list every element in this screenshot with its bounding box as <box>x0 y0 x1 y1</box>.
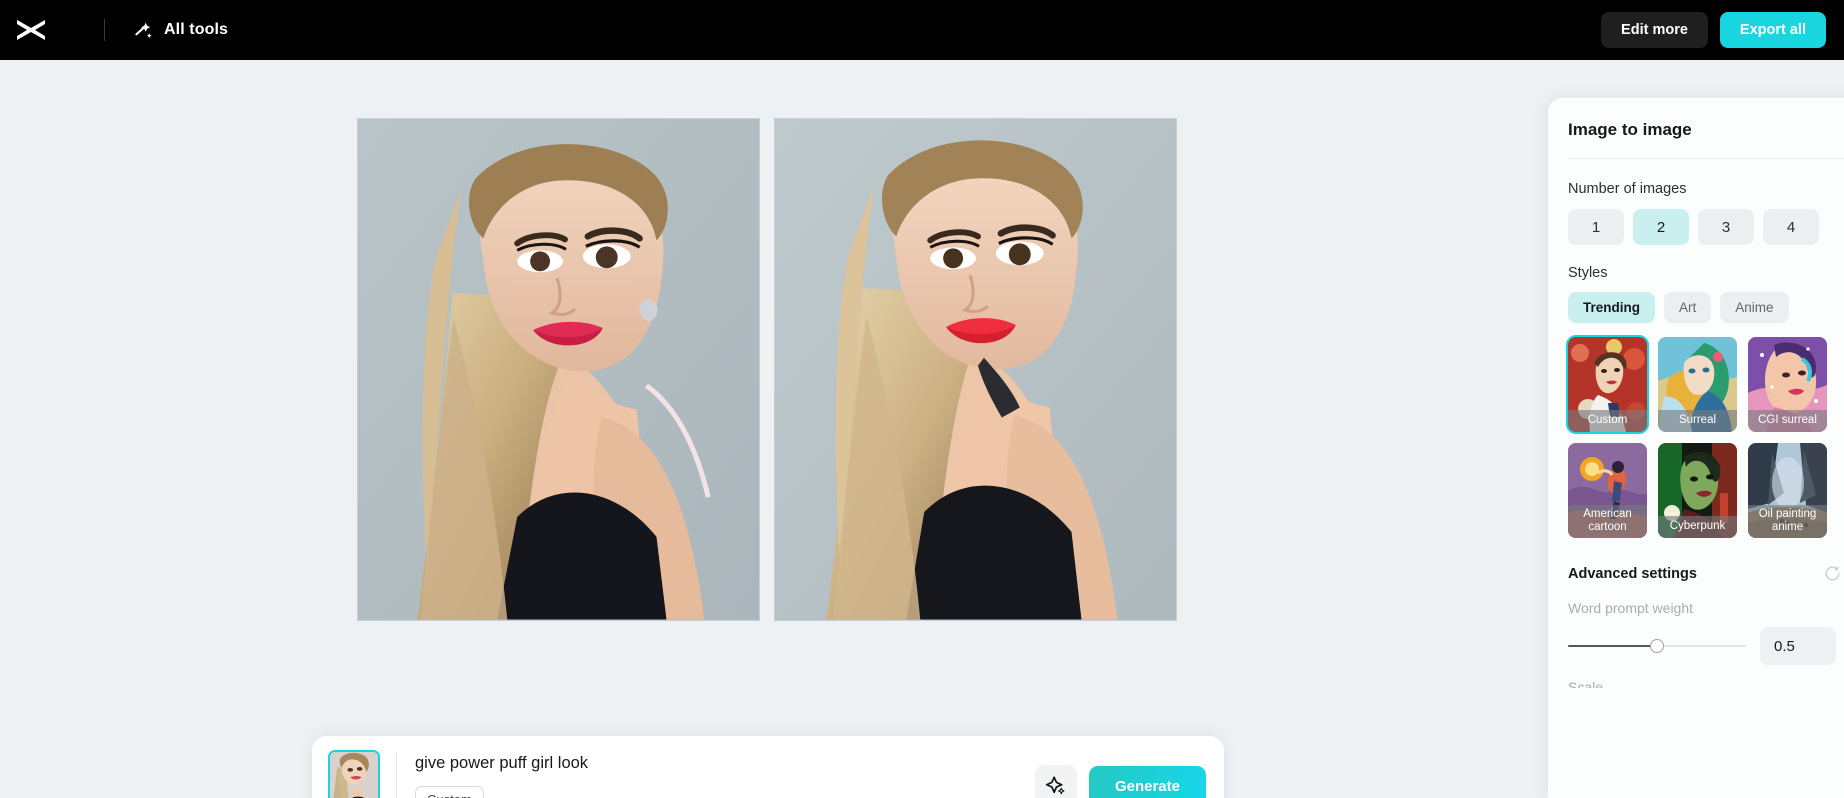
style-label-american-cartoon: American cartoon <box>1568 504 1647 538</box>
sparkle-icon <box>1045 776 1065 795</box>
portrait-illustration-2 <box>775 119 1176 620</box>
ai-enhance-button[interactable] <box>1034 765 1077 798</box>
style-label-surreal: Surreal <box>1658 409 1737 432</box>
style-card-oil-painting-anime[interactable]: Oil painting anime <box>1748 443 1827 538</box>
capcut-logo-icon <box>17 20 45 40</box>
style-label-custom: Custom <box>1568 409 1647 432</box>
tab-anime[interactable]: Anime <box>1720 292 1789 323</box>
topbar-divider <box>104 19 105 41</box>
panel-title: Image to image <box>1568 120 1692 139</box>
style-card-cyberpunk[interactable]: Cyberpunk <box>1658 443 1737 538</box>
prompt-input-text[interactable]: give power puff girl look <box>415 753 1035 774</box>
magic-wand-icon <box>135 22 152 38</box>
styles-label: Styles <box>1568 265 1608 281</box>
all-tools-button[interactable]: All tools <box>133 20 228 41</box>
style-card-custom[interactable]: Custom <box>1566 335 1649 434</box>
reset-icon <box>1825 566 1840 581</box>
prompt-bar: give power puff girl look Custom Generat… <box>312 736 1224 798</box>
word-prompt-weight-slider[interactable] <box>1568 637 1746 655</box>
panel-divider <box>1568 158 1844 159</box>
prompt-actions: Generate <box>1034 750 1206 798</box>
style-grid: Custom Surreal CGI surreal American cart… <box>1566 335 1844 538</box>
result-image-1[interactable] <box>357 118 760 621</box>
prompt-divider <box>396 752 397 798</box>
edit-more-button[interactable]: Edit more <box>1601 12 1708 48</box>
tab-trending[interactable]: Trending <box>1568 292 1655 323</box>
number-option-1[interactable]: 1 <box>1568 209 1624 245</box>
cut-off-section-label: Scale <box>1568 679 1604 688</box>
result-image-2[interactable] <box>774 118 1177 621</box>
generated-results <box>357 118 1177 621</box>
number-option-4[interactable]: 4 <box>1763 209 1819 245</box>
number-option-2[interactable]: 2 <box>1633 209 1689 245</box>
export-all-button[interactable]: Export all <box>1719 12 1826 48</box>
prompt-content: give power puff girl look Custom <box>415 750 1035 798</box>
thumbnail-illustration <box>330 752 378 798</box>
prompt-style-tag[interactable]: Custom <box>415 786 484 798</box>
styles-tabs: Trending Art Anime <box>1568 292 1844 323</box>
word-prompt-weight-row <box>1568 627 1844 665</box>
number-of-images-label: Number of images <box>1568 181 1687 197</box>
capcut-logo[interactable] <box>14 15 48 45</box>
top-bar: All tools Edit more Export all <box>0 0 1844 60</box>
image-to-image-panel: Image to image Number of images 1 2 3 4 … <box>1548 98 1844 798</box>
word-prompt-weight-label: Word prompt weight <box>1568 600 1694 616</box>
slider-fill <box>1568 645 1657 647</box>
number-of-images-group: 1 2 3 4 <box>1568 209 1844 245</box>
advanced-settings-title: Advanced settings <box>1568 565 1697 582</box>
slider-knob[interactable] <box>1650 639 1664 653</box>
all-tools-label: All tools <box>164 21 229 38</box>
reset-settings-button[interactable] <box>1823 564 1844 583</box>
canvas-area: give power puff girl look Custom Generat… <box>0 60 1548 798</box>
style-card-surreal[interactable]: Surreal <box>1658 337 1737 432</box>
advanced-settings-header: Advanced settings <box>1568 564 1844 583</box>
style-label-cyberpunk: Cyberpunk <box>1658 515 1737 538</box>
style-card-american-cartoon[interactable]: American cartoon <box>1568 443 1647 538</box>
capcut-ai-image-workspace: All tools Edit more Export all give powe… <box>0 0 1844 798</box>
source-image-thumbnail[interactable] <box>328 750 380 798</box>
topbar-actions: Edit more Export all <box>1601 0 1844 60</box>
word-prompt-weight-input[interactable] <box>1760 627 1836 665</box>
tab-art[interactable]: Art <box>1664 292 1712 323</box>
style-card-cgi-surreal[interactable]: CGI surreal <box>1748 337 1827 432</box>
style-label-oil-painting-anime: Oil painting anime <box>1748 504 1827 538</box>
portrait-illustration-1 <box>358 119 759 620</box>
generate-button[interactable]: Generate <box>1088 765 1206 798</box>
number-option-3[interactable]: 3 <box>1698 209 1754 245</box>
style-label-cgi-surreal: CGI surreal <box>1748 409 1827 432</box>
